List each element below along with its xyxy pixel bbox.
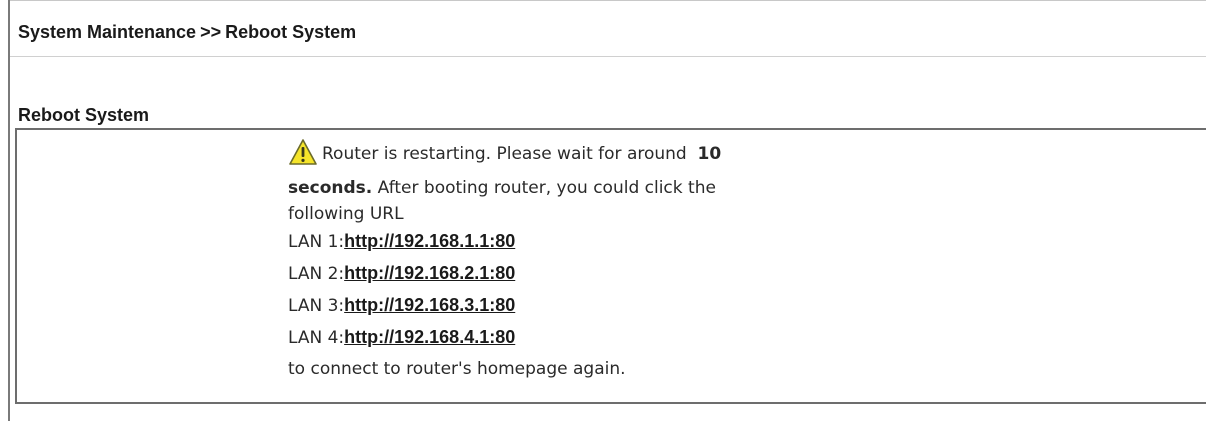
lan-link-row: LAN 4:http://192.168.4.1:80 <box>288 322 888 354</box>
message-line-3: following URL <box>288 204 404 224</box>
lan-label: LAN 4: <box>288 328 345 348</box>
seconds-word: seconds. <box>288 178 373 198</box>
breadcrumb-parent: System Maintenance <box>18 22 197 42</box>
lan-1-link[interactable]: http://192.168.1.1:80 <box>344 231 515 251</box>
lan-label: LAN 1: <box>288 232 345 252</box>
lan-link-row: LAN 2:http://192.168.2.1:80 <box>288 258 888 290</box>
wait-seconds-value: 10 <box>697 144 722 164</box>
lan-label: LAN 2: <box>288 264 345 284</box>
lan-link-row: LAN 3:http://192.168.3.1:80 <box>288 290 888 322</box>
breadcrumb-separator: >> <box>200 22 222 42</box>
section-title: Reboot System <box>18 105 150 125</box>
warning-triangle-icon <box>288 137 318 167</box>
header-divider <box>10 56 1206 57</box>
message-wait-text: Router is restarting. Please wait for ar… <box>322 144 687 164</box>
breadcrumb-current: Reboot System <box>225 22 357 42</box>
reboot-message: Router is restarting. Please wait for ar… <box>288 137 888 385</box>
left-frame-border <box>8 0 10 421</box>
message-line-2: seconds. After booting router, you could… <box>288 175 888 202</box>
page-header: System Maintenance >> Reboot System <box>10 0 1206 44</box>
message-after-booting: After booting router, you could click th… <box>372 178 716 198</box>
lan-2-link[interactable]: http://192.168.2.1:80 <box>344 263 515 283</box>
lan-link-row: LAN 1:http://192.168.1.1:80 <box>288 226 888 258</box>
message-closing: to connect to router's homepage again. <box>288 359 626 379</box>
lan-4-link[interactable]: http://192.168.4.1:80 <box>344 327 515 347</box>
breadcrumb: System Maintenance >> Reboot System <box>18 22 356 42</box>
lan-3-link[interactable]: http://192.168.3.1:80 <box>344 295 515 315</box>
message-line-1: Router is restarting. Please wait for ar… <box>288 137 888 175</box>
lan-label: LAN 3: <box>288 296 345 316</box>
